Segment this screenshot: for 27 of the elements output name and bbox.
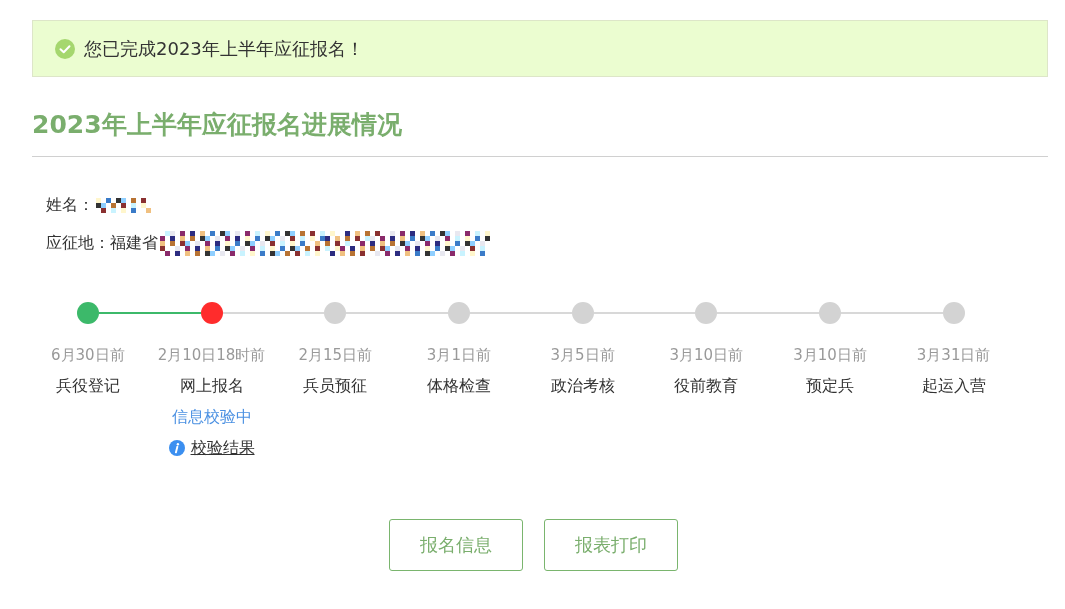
step-deadline: 3月1日前 [426, 345, 491, 366]
name-label: 姓名： [46, 194, 94, 216]
info-icon [168, 440, 185, 456]
step-deadline: 3月10日前 [793, 345, 867, 366]
step-name: 兵役登记 [55, 375, 120, 397]
step-status: 信息校验中 [171, 406, 252, 428]
action-button[interactable]: 报名信息 [388, 519, 523, 571]
step-name: 役前教育 [674, 375, 739, 397]
step-name: 体格检查 [426, 375, 491, 397]
section-title: 2023年上半年应征报名进展情况 [32, 107, 1048, 157]
success-message: 您已完成2023年上半年应征报名！ [84, 36, 364, 61]
step-deadline: 6月30日前 [51, 345, 125, 366]
step-name: 起运入营 [921, 375, 986, 397]
step-deadline: 2月10日18时前 [157, 345, 266, 366]
region-value: 福建省 [110, 232, 158, 254]
step-name: 兵员预征 [303, 375, 368, 397]
step-deadline: 3月10日前 [669, 345, 744, 366]
step-name: 网上报名 [179, 375, 244, 397]
step-deadline: 3月5日前 [550, 345, 615, 366]
step-deadline: 2月15日前 [298, 345, 373, 366]
result-link[interactable]: 校验结果 [168, 437, 255, 459]
step-name: 政治考核 [550, 375, 615, 397]
check-circle-icon [55, 38, 75, 59]
step-deadline: 3月31日前 [916, 345, 991, 366]
action-button[interactable]: 报表打印 [543, 519, 678, 571]
region-label: 应征地： [46, 232, 110, 254]
step-name: 预定兵 [805, 375, 854, 397]
